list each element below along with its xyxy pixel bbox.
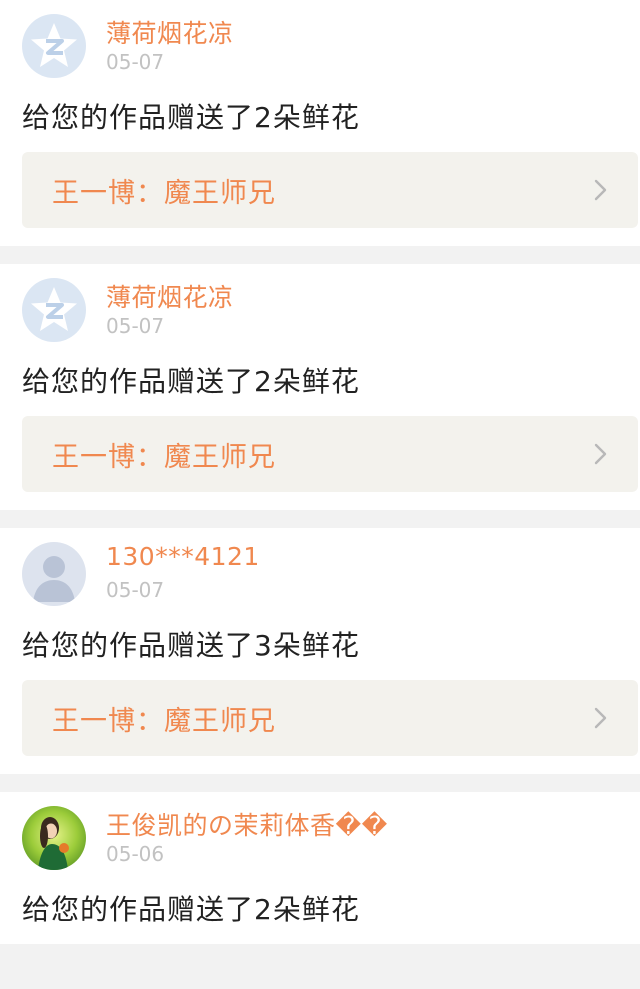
work-title: 王一博：魔王师兄 — [52, 177, 276, 209]
user-name[interactable]: 薄荷烟花凉 — [106, 278, 234, 314]
chevron-right-icon — [594, 179, 607, 201]
timestamp: 05-07 — [106, 314, 165, 338]
card-header: 薄荷烟花凉 05-07 — [0, 0, 640, 94]
avatar[interactable] — [22, 542, 86, 606]
timestamp: 05-06 — [106, 842, 165, 866]
gift-message: 给您的作品赠送了2朵鲜花 — [22, 101, 360, 134]
user-photo-icon — [22, 806, 86, 870]
chevron-right-icon — [594, 443, 607, 465]
work-title: 王一博：魔王师兄 — [52, 705, 276, 737]
card-header: 王俊凯的の茉莉体香�� 05-06 — [0, 792, 640, 886]
work-title: 王一博：魔王师兄 — [52, 441, 276, 473]
avatar[interactable] — [22, 278, 86, 342]
card-header: 薄荷烟花凉 05-07 — [0, 264, 640, 358]
user-name[interactable]: 薄荷烟花凉 — [106, 14, 234, 50]
qzone-star-icon — [22, 278, 86, 342]
person-placeholder-icon — [22, 542, 86, 606]
card-header: 130***4121 05-07 — [0, 528, 640, 622]
chevron-right-icon — [594, 707, 607, 729]
gift-message: 给您的作品赠送了2朵鲜花 — [22, 365, 360, 398]
gift-message: 给您的作品赠送了3朵鲜花 — [22, 629, 360, 662]
user-name[interactable]: 130***4121 — [106, 542, 260, 571]
timestamp: 05-07 — [106, 578, 165, 602]
gift-notification-feed: 薄荷烟花凉 05-07 给您的作品赠送了2朵鲜花 王一博：魔王师兄 薄荷烟花凉 … — [0, 0, 640, 944]
work-link[interactable]: 王一博：魔王师兄 — [22, 680, 638, 756]
notification-card: 薄荷烟花凉 05-07 给您的作品赠送了2朵鲜花 王一博：魔王师兄 — [0, 0, 640, 246]
notification-card: 王俊凯的の茉莉体香�� 05-06 给您的作品赠送了2朵鲜花 — [0, 792, 640, 944]
notification-card: 薄荷烟花凉 05-07 给您的作品赠送了2朵鲜花 王一博：魔王师兄 — [0, 264, 640, 510]
gift-message: 给您的作品赠送了2朵鲜花 — [22, 893, 360, 926]
user-name[interactable]: 王俊凯的の茉莉体香�� — [106, 806, 388, 842]
work-link[interactable]: 王一博：魔王师兄 — [22, 416, 638, 492]
notification-card: 130***4121 05-07 给您的作品赠送了3朵鲜花 王一博：魔王师兄 — [0, 528, 640, 774]
avatar[interactable] — [22, 806, 86, 870]
work-link[interactable]: 王一博：魔王师兄 — [22, 152, 638, 228]
timestamp: 05-07 — [106, 50, 165, 74]
qzone-star-icon — [22, 14, 86, 78]
avatar[interactable] — [22, 14, 86, 78]
